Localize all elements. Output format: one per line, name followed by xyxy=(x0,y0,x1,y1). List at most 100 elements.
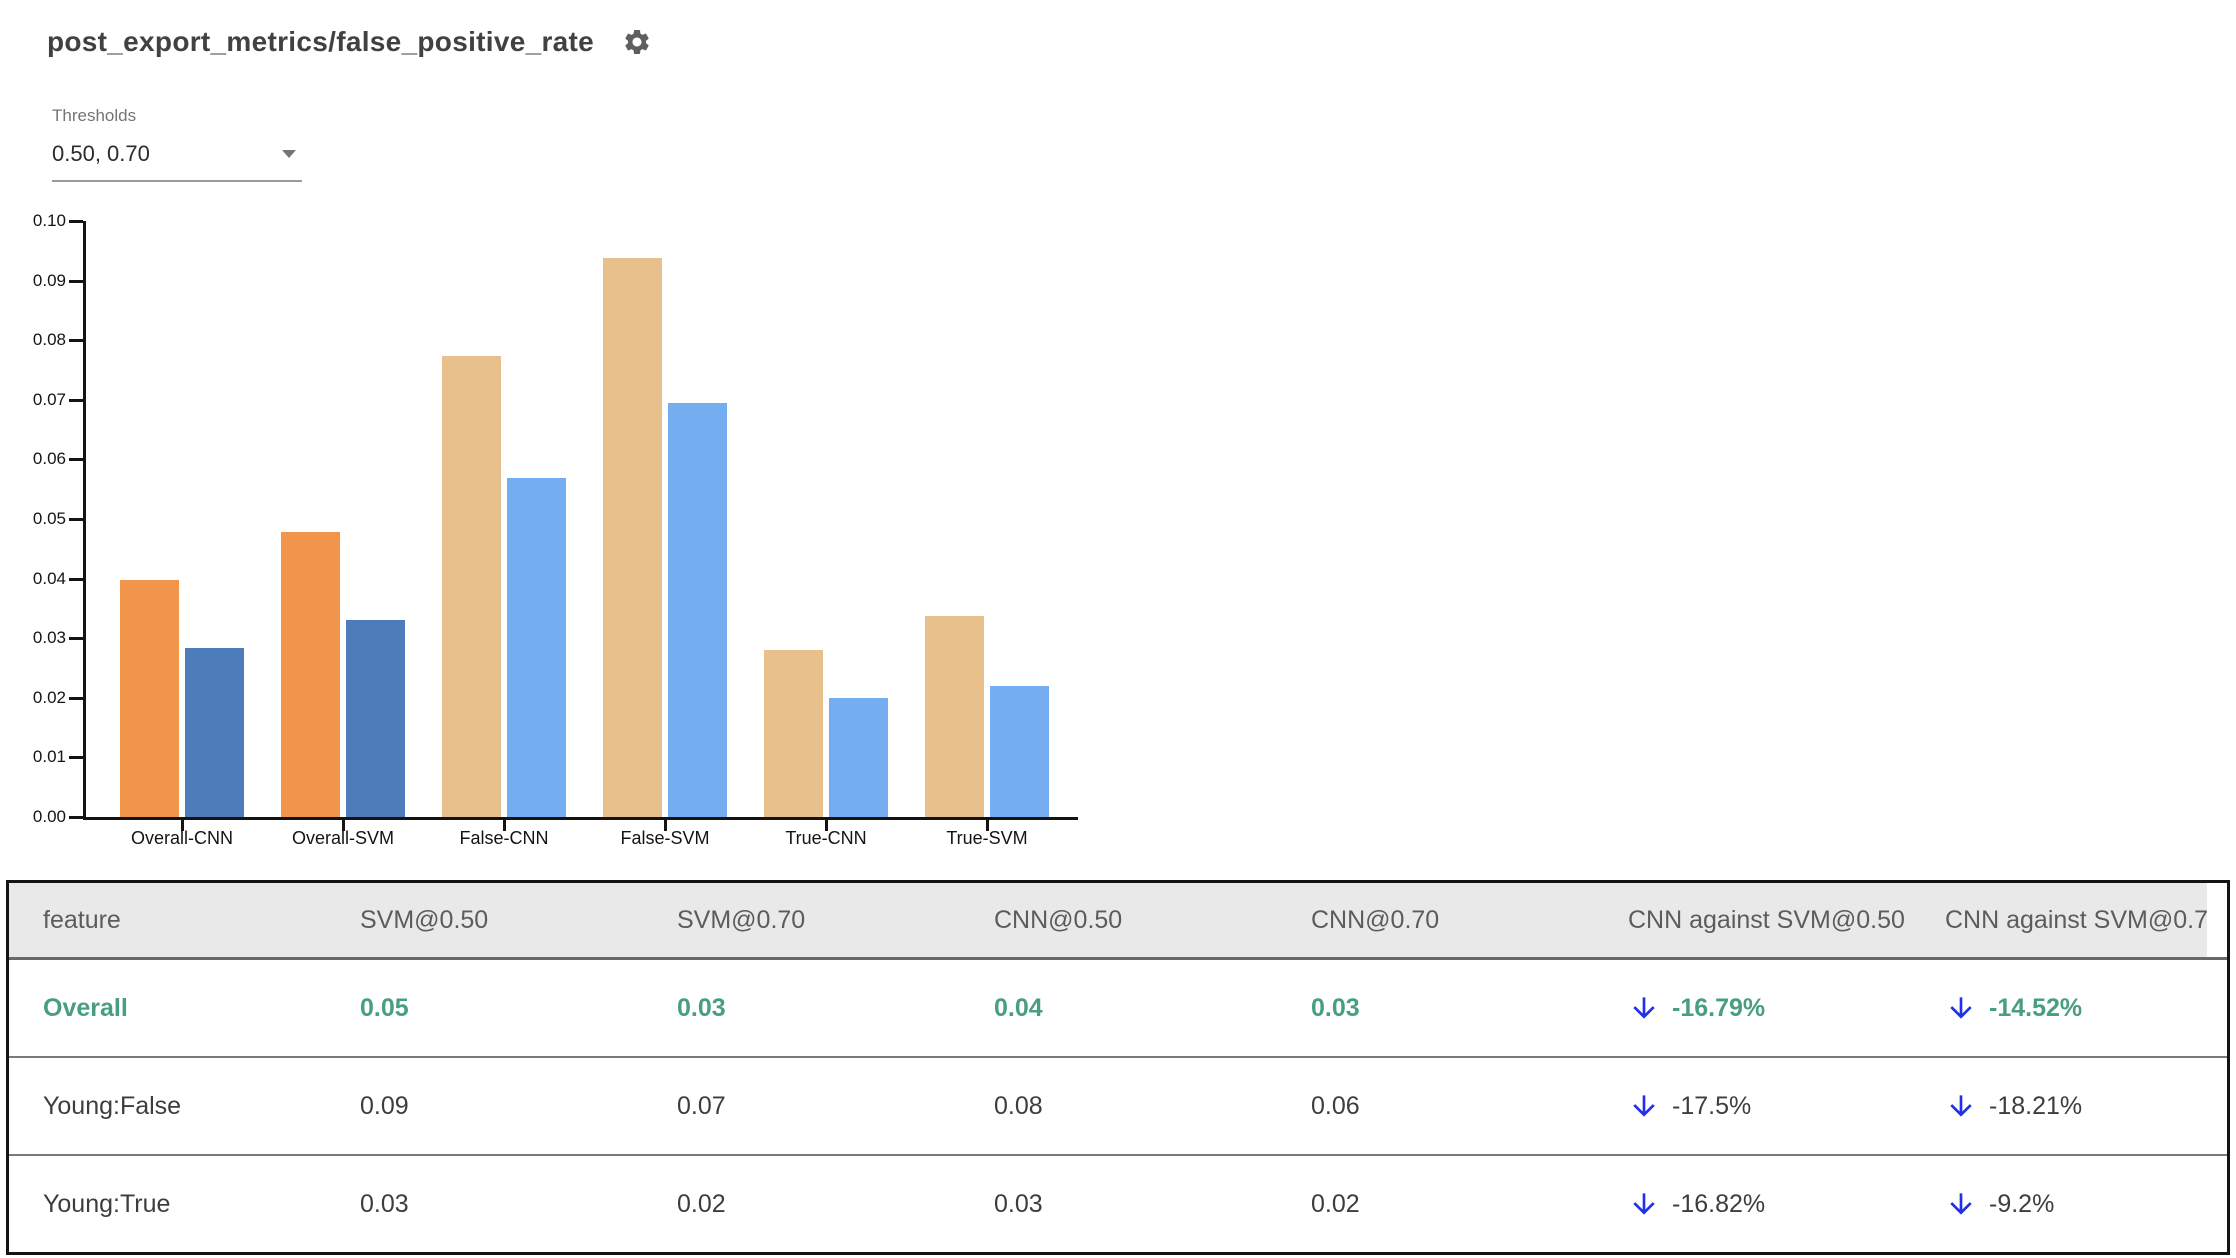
thresholds-label: Thresholds xyxy=(52,106,137,125)
y-axis-tick-label: 0.06 xyxy=(32,449,66,469)
y-axis-tick-label: 0.10 xyxy=(32,211,66,230)
thresholds-value[interactable]: 0.50, 0.70 xyxy=(52,141,150,167)
value-cell: 0.08 xyxy=(994,1091,1043,1120)
column-header-cnn-vs-svm-050: CNN against SVM@0.50 xyxy=(1628,905,1905,934)
arrow-down-icon xyxy=(1950,1193,1972,1215)
y-axis-tick-label: 0.09 xyxy=(32,270,66,290)
value-cell: 0.02 xyxy=(1311,1189,1360,1218)
y-axis-tick-label: 0.07 xyxy=(32,389,66,409)
value-cell: 0.03 xyxy=(360,1189,409,1218)
dropdown-caret-icon[interactable] xyxy=(282,150,296,158)
settings-gear-icon[interactable] xyxy=(622,27,652,57)
chart-bar-Overall-CNN-threshold-0.50[interactable] xyxy=(120,580,179,817)
arrow-down-icon xyxy=(1950,997,1972,1019)
chart-bar-False-CNN-threshold-0.50[interactable] xyxy=(442,356,501,817)
table-row: Young:False 0.09 0.07 0.08 0.06 -17.5% -18.21% xyxy=(9,1056,2227,1154)
y-axis-line xyxy=(83,221,86,820)
column-header-cnn-050: CNN@0.50 xyxy=(994,905,1123,934)
value-cell: 0.05 xyxy=(360,993,409,1022)
y-axis-tick-label: 0.00 xyxy=(32,807,66,826)
metric-widget: post_export_metrics/false_positive_rate … xyxy=(0,0,2236,1258)
arrow-down-icon xyxy=(1633,1095,1655,1117)
column-header-cnn-vs-svm-070: CNN against SVM@0.70 xyxy=(1945,905,2222,934)
delta-cell: -17.5% xyxy=(1594,1090,1911,1122)
chart-bar-Overall-SVM-threshold-0.50[interactable] xyxy=(281,532,340,817)
value-cell: 0.02 xyxy=(677,1189,726,1218)
x-axis-label: True-CNN xyxy=(785,828,867,848)
delta-value: -18.21% xyxy=(1989,1091,2083,1120)
delta-value: -9.2% xyxy=(1989,1189,2055,1218)
x-axis-tick xyxy=(181,820,184,831)
chart-bar-True-SVM-threshold-0.50[interactable] xyxy=(925,616,984,817)
x-axis-tick xyxy=(342,820,345,831)
delta-value: -16.82% xyxy=(1672,1189,1766,1218)
table-header-row: feature SVM@0.50 SVM@0.70 CNN@0.50 CNN@0… xyxy=(9,883,2227,960)
value-cell: 0.03 xyxy=(1311,993,1360,1022)
value-cell: 0.03 xyxy=(677,993,726,1022)
chart-bar-True-SVM-threshold-0.70[interactable] xyxy=(990,686,1049,817)
value-cell: 0.07 xyxy=(677,1091,726,1120)
delta-cell: -16.82% xyxy=(1594,1188,1911,1220)
delta-cell: -18.21% xyxy=(1911,1090,2227,1122)
delta-cell: -16.79% xyxy=(1594,992,1911,1024)
x-axis-tick xyxy=(664,820,667,831)
feature-cell: Young:True xyxy=(43,1189,171,1218)
x-axis-label: True-SVM xyxy=(946,828,1028,848)
chart-bar-True-CNN-threshold-0.50[interactable] xyxy=(764,650,823,817)
chart-bar-Overall-CNN-threshold-0.70[interactable] xyxy=(185,648,244,817)
widget-header: post_export_metrics/false_positive_rate xyxy=(47,26,652,58)
y-axis-tick xyxy=(69,816,83,819)
delta-value: -17.5% xyxy=(1672,1091,1752,1120)
x-axis-label: Overall-SVM xyxy=(291,828,394,848)
chart-bar-True-CNN-threshold-0.70[interactable] xyxy=(829,698,888,817)
chart-bar-False-SVM-threshold-0.50[interactable] xyxy=(603,258,662,817)
table-row: Overall 0.05 0.03 0.04 0.03 -16.79% -14.52% xyxy=(9,960,2227,1056)
column-header-svm-050: SVM@0.50 xyxy=(360,905,489,934)
header-scroll-gap xyxy=(2207,883,2227,957)
metric-title: post_export_metrics/false_positive_rate xyxy=(47,26,595,57)
y-axis-tick xyxy=(69,637,83,641)
x-axis-tick xyxy=(503,820,506,831)
x-axis-label: False-SVM xyxy=(620,828,710,848)
feature-cell: Young:False xyxy=(43,1091,182,1120)
x-axis-label: False-CNN xyxy=(459,828,549,848)
delta-value: -14.52% xyxy=(1989,993,2083,1022)
metrics-table: feature SVM@0.50 SVM@0.70 CNN@0.50 CNN@0… xyxy=(6,880,2230,1255)
x-axis-line xyxy=(83,817,1078,820)
y-axis-tick-label: 0.01 xyxy=(32,747,66,767)
chart-bar-False-CNN-threshold-0.70[interactable] xyxy=(507,478,566,817)
table-body: Overall 0.05 0.03 0.04 0.03 -16.79% -14.52% You… xyxy=(9,960,2227,1252)
delta-value: -16.79% xyxy=(1672,993,1766,1022)
chart-bar-Overall-SVM-threshold-0.70[interactable] xyxy=(346,620,405,817)
y-axis-tick xyxy=(69,458,83,462)
y-axis-tick xyxy=(69,696,83,700)
y-axis-tick xyxy=(69,220,83,223)
delta-cell: -14.52% xyxy=(1911,992,2227,1024)
x-axis-tick xyxy=(986,820,989,831)
y-axis-tick-label: 0.08 xyxy=(32,330,66,350)
y-axis-tick xyxy=(69,279,83,283)
y-axis-tick xyxy=(69,339,83,343)
arrow-down-icon xyxy=(1633,997,1655,1019)
arrow-down-icon xyxy=(1950,1095,1972,1117)
y-axis-tick xyxy=(69,398,83,402)
chart-bar-False-SVM-threshold-0.70[interactable] xyxy=(668,403,727,817)
thresholds-dropdown[interactable]: Thresholds 0.50, 0.70 xyxy=(52,106,302,182)
table-row: Young:True 0.03 0.02 0.03 0.02 -16.82% -9.2% xyxy=(9,1154,2227,1252)
feature-cell: Overall xyxy=(43,993,128,1022)
dropdown-underline xyxy=(52,180,302,182)
delta-cell: -9.2% xyxy=(1911,1188,2227,1220)
y-axis-tick-label: 0.04 xyxy=(32,568,66,588)
y-axis-tick-label: 0.02 xyxy=(32,687,66,707)
column-header-svm-070: SVM@0.70 xyxy=(677,905,806,934)
arrow-down-icon xyxy=(1633,1193,1655,1215)
column-header-cnn-070: CNN@0.70 xyxy=(1311,905,1440,934)
x-axis-tick xyxy=(825,820,828,831)
y-axis-tick-label: 0.03 xyxy=(32,628,66,648)
value-cell: 0.04 xyxy=(994,993,1043,1022)
column-header-feature: feature xyxy=(43,905,121,934)
y-axis-tick xyxy=(69,518,83,521)
value-cell: 0.03 xyxy=(994,1189,1043,1218)
y-axis-tick xyxy=(69,577,83,581)
value-cell: 0.06 xyxy=(1311,1091,1360,1120)
